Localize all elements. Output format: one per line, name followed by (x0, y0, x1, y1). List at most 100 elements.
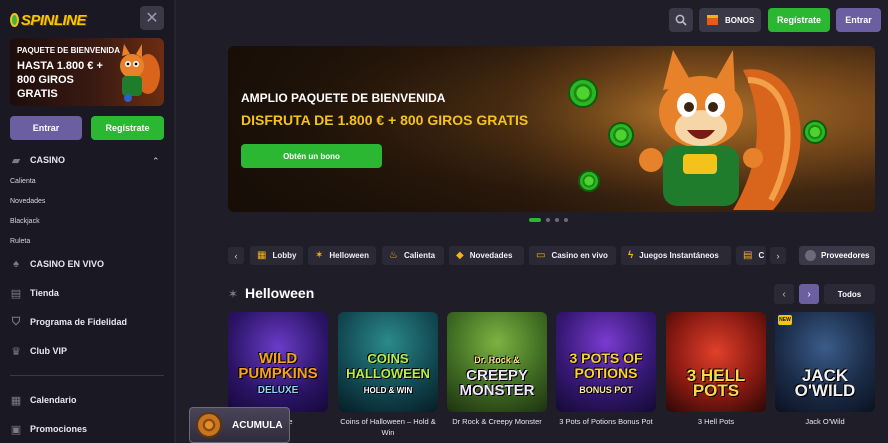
casino-icon: ▰ (11, 154, 21, 167)
app-root: SPINLINE ✕ PAQUETE DE BIENVENIDA HASTA 1… (0, 0, 888, 443)
category-label: C (758, 251, 765, 260)
sidebar-sub-blackjack[interactable]: Blackjack (10, 218, 40, 225)
sidebar-item-promociones[interactable]: ▣ Promociones (10, 423, 87, 436)
poker-chip-icon (578, 170, 600, 192)
tab-partial[interactable]: ▤ C (736, 246, 766, 265)
close-icon: ✕ (145, 10, 159, 27)
game-thumbnail[interactable]: NEW JACK O'WILD (775, 312, 875, 412)
proveedores-label: Proveedores (821, 251, 870, 260)
proveedores-button[interactable]: Proveedores (799, 246, 875, 265)
providers-icon (805, 250, 816, 261)
header-registrate-button[interactable]: Regístrate (768, 8, 830, 32)
game-card[interactable]: COINS HALLOWEEN HOLD & WIN Coins of Hall… (338, 312, 438, 438)
games-prev-button[interactable]: ‹ (774, 284, 794, 304)
game-art-sub: HOLD & WIN (363, 386, 413, 395)
chevron-up-icon[interactable]: ⌃ (152, 156, 160, 167)
tab-casino-en-vivo[interactable]: ▭ Casino en vivo (529, 246, 616, 265)
bonos-button[interactable]: BONOS (699, 8, 761, 32)
logo-ball-icon (10, 13, 19, 27)
lightning-icon: ϟ (628, 250, 634, 261)
game-art-title: 3 HELL POTS (666, 367, 766, 412)
tab-calienta[interactable]: ♨ Calienta (382, 246, 444, 265)
squirrel-mascot-icon (120, 44, 160, 102)
tab-helloween[interactable]: ✶ Helloween (308, 246, 376, 265)
sidebar-item-casino[interactable]: ▰ CASINO (10, 154, 66, 167)
sidebar-sub-novedades[interactable]: Novedades (10, 198, 45, 205)
live-icon: ▭ (536, 250, 546, 261)
game-card[interactable]: 3 HELL POTS 3 Hell Pots (666, 312, 766, 427)
section-title: Helloween (245, 285, 315, 301)
game-thumbnail[interactable]: WILD PUMPKINS DELUXE (228, 312, 328, 412)
sidebar-item-casino-en-vivo[interactable]: ♠ CASINO EN VIVO (10, 258, 104, 270)
game-name[interactable]: 3 Hell Pots (666, 416, 766, 427)
category-label: Juegos Instantáneos (639, 251, 719, 260)
sidebar-entrar-button[interactable]: Entrar (10, 116, 82, 140)
category-label: Novedades (469, 251, 513, 260)
chevron-left-icon: ‹ (782, 288, 786, 300)
promotions-icon: ▣ (10, 423, 22, 436)
chevron-left-icon: ‹ (234, 250, 238, 261)
witch-icon: ✶ (315, 250, 324, 261)
game-name[interactable]: Coins of Halloween – Hold & Win (338, 416, 438, 438)
poker-chip-icon (568, 78, 598, 108)
carousel-dot[interactable] (546, 218, 550, 222)
close-sidebar-button[interactable]: ✕ (140, 6, 164, 30)
tab-lobby[interactable]: ▦ Lobby (250, 246, 303, 265)
tab-novedades[interactable]: ◆ Novedades (449, 246, 524, 265)
sidebar-item-label: Calendario (30, 395, 77, 405)
game-name[interactable]: Dr Rock & Creepy Monster (447, 416, 547, 427)
sidebar-item-fidelidad[interactable]: ⛉ Programa de Fidelidad (10, 316, 127, 328)
header-entrar-button[interactable]: Entrar (836, 8, 881, 32)
carousel-dot[interactable] (529, 218, 541, 222)
sidebar-sub-ruleta[interactable]: Ruleta (10, 238, 30, 245)
game-thumbnail[interactable]: 3 HELL POTS (666, 312, 766, 412)
sidebar-item-label: Tienda (30, 288, 59, 298)
game-art-text: WILD PUMPKINS (238, 350, 318, 382)
sidebar-item-label: Programa de Fidelidad (30, 317, 128, 327)
games-next-button[interactable]: › (799, 284, 819, 304)
logo[interactable]: SPINLINE (10, 8, 87, 32)
carousel-dot[interactable] (564, 218, 568, 222)
sidebar-item-calendario[interactable]: ▦ Calendario (10, 394, 77, 407)
sidebar-registrate-button[interactable]: Regístrate (91, 116, 164, 140)
game-art-text: COINS HALLOWEEN (346, 351, 430, 381)
sidebar-item-label: CASINO (30, 155, 66, 165)
game-thumbnail[interactable]: COINS HALLOWEEN HOLD & WIN (338, 312, 438, 412)
squirrel-mascot-icon (639, 50, 801, 210)
game-name[interactable]: Jack O'Wild (775, 416, 875, 427)
todos-button[interactable]: Todos (824, 284, 875, 304)
bonos-label: BONOS (725, 15, 755, 25)
search-button[interactable] (669, 8, 693, 32)
acumula-label: ACUMULA (232, 419, 283, 431)
obtener-bono-button[interactable]: Obtén un bono (241, 144, 382, 168)
sidebar-sub-calienta[interactable]: Calienta (10, 178, 36, 185)
logo-text: SPINLINE (20, 11, 87, 29)
gift-icon (707, 15, 718, 25)
witch-icon: ✶ (228, 287, 239, 301)
category-prev-button[interactable]: ‹ (228, 247, 244, 264)
sidebar-item-club-vip[interactable]: ♛ Club VIP (10, 345, 68, 358)
game-name[interactable]: 3 Pots of Potions Bonus Pot (556, 416, 656, 427)
game-thumbnail[interactable]: 3 POTS OF POTIONS BONUS POT (556, 312, 656, 412)
welcome-banner[interactable]: AMPLIO PAQUETE DE BIENVENIDA DISFRUTA DE… (228, 46, 875, 212)
game-art-sub: DELUXE (257, 385, 299, 396)
acumula-widget[interactable]: ACUMULA (189, 407, 290, 443)
sidebar-promo-card[interactable]: PAQUETE DE BIENVENIDA HASTA 1.800 € + 80… (10, 38, 164, 106)
carousel-dot[interactable] (555, 218, 559, 222)
promo-line2: HASTA 1.800 € + 800 GIROS GRATIS (17, 60, 103, 100)
tab-juegos-instantaneos[interactable]: ϟ Juegos Instantáneos (621, 246, 731, 265)
target-icon (196, 412, 222, 438)
sidebar-item-tienda[interactable]: ▤ Tienda (10, 287, 59, 300)
category-next-button[interactable]: › (770, 247, 786, 264)
chevron-right-icon: › (776, 250, 780, 261)
chevron-right-icon: › (807, 288, 811, 300)
game-card[interactable]: NEW JACK O'WILD Jack O'Wild (775, 312, 875, 427)
sidebar-item-label: Club VIP (30, 346, 68, 356)
game-thumbnail[interactable]: Dr. Rock & CREEPY MONSTER (447, 312, 547, 412)
sidebar-item-label: CASINO EN VIVO (30, 259, 105, 269)
game-card[interactable]: 3 POTS OF POTIONS BONUS POT 3 Pots of Po… (556, 312, 656, 427)
category-label: Helloween (329, 251, 369, 260)
new-badge: NEW (778, 315, 792, 325)
game-card[interactable]: Dr. Rock & CREEPY MONSTER Dr Rock & Cree… (447, 312, 547, 427)
shop-icon: ▤ (10, 287, 22, 300)
